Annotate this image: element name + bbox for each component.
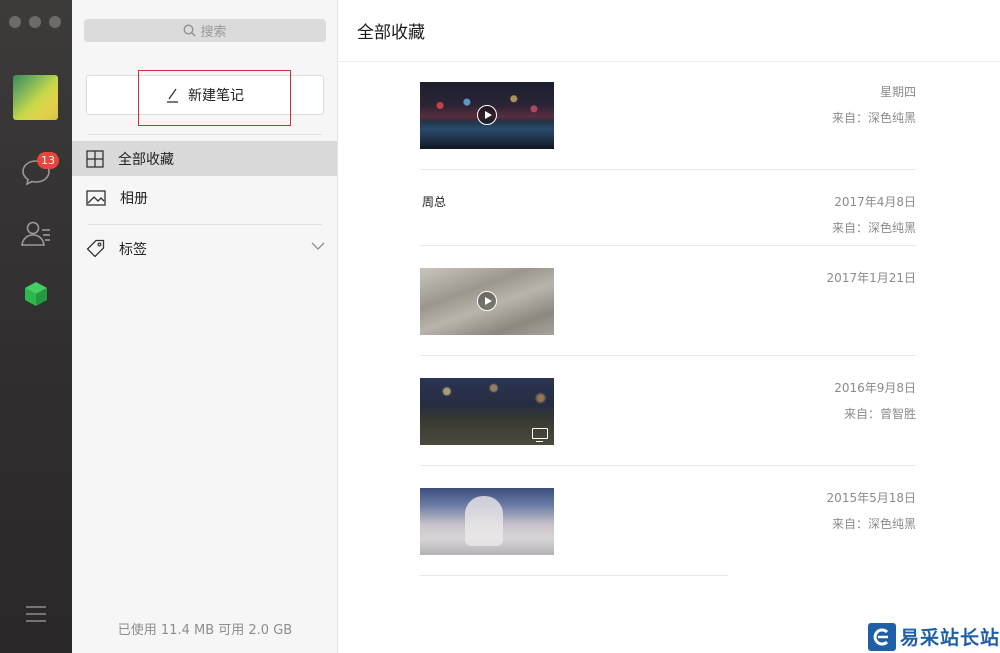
- sidebar-item-label: 相册: [120, 190, 148, 207]
- list-item[interactable]: 周总 2017年4月8日 来自：深色纯黑: [420, 192, 916, 235]
- close-window-button[interactable]: [9, 16, 21, 28]
- play-icon: [477, 105, 497, 125]
- video-thumbnail[interactable]: [420, 268, 554, 335]
- main-content: 全部收藏 星期四 来自：深色纯黑 周总 2017年4月8日 来自：深色纯黑 20…: [338, 0, 1000, 653]
- sidebar-item-tags[interactable]: 标签: [72, 231, 337, 266]
- window-controls: [9, 16, 61, 28]
- grid-icon: [86, 149, 104, 168]
- avatar[interactable]: [13, 75, 58, 120]
- settings-menu-button[interactable]: [20, 598, 52, 630]
- page-title: 全部收藏: [338, 0, 1000, 62]
- list-item[interactable]: 2017年1月21日: [420, 268, 916, 336]
- contacts-nav-button[interactable]: [20, 218, 52, 250]
- item-date: 2015年5月18日: [826, 491, 916, 505]
- list-item[interactable]: 2015年5月18日 来自：深色纯黑: [420, 488, 916, 556]
- sidebar-item-all-favorites[interactable]: 全部收藏: [72, 141, 337, 176]
- item-source: 来自：深色纯黑: [831, 221, 916, 235]
- divider: [420, 575, 728, 576]
- search-placeholder: 搜索: [200, 25, 227, 40]
- item-date: 2016年9月8日: [834, 381, 916, 395]
- list-item[interactable]: 2016年9月8日 来自：曾智胜: [420, 378, 916, 446]
- menu-icon: [26, 606, 46, 622]
- item-date: 2017年1月21日: [826, 271, 916, 285]
- chat-nav-button[interactable]: 13: [20, 152, 59, 188]
- item-date: 星期四: [879, 85, 916, 99]
- sidebar-item-album[interactable]: 相册: [72, 180, 337, 215]
- tv-icon: [532, 428, 548, 442]
- item-source: 来自：深色纯黑: [831, 517, 916, 531]
- search-icon: [184, 24, 196, 37]
- sidebar-item-label: 全部收藏: [118, 151, 174, 168]
- chevron-down-icon[interactable]: [311, 242, 325, 251]
- watermark-logo-icon: [868, 622, 896, 651]
- video-thumbnail[interactable]: [420, 378, 554, 445]
- unread-badge: 13: [37, 152, 59, 169]
- item-source: 来自：深色纯黑: [831, 111, 916, 125]
- watermark: 易采站长站: [866, 620, 1000, 653]
- watermark-text: 易采站长站: [900, 627, 1000, 649]
- favorites-nav-button[interactable]: [20, 278, 52, 310]
- zoom-window-button[interactable]: [49, 16, 61, 28]
- item-title: 周总: [422, 195, 447, 209]
- pen-icon: [167, 88, 178, 103]
- minimize-window-button[interactable]: [29, 16, 41, 28]
- divider: [88, 224, 322, 225]
- video-thumbnail[interactable]: [420, 82, 554, 149]
- divider: [420, 465, 916, 466]
- storage-usage: 已使用 11.4 MB 可用 2.0 GB: [117, 623, 293, 638]
- divider: [420, 245, 916, 246]
- list-item[interactable]: 星期四 来自：深色纯黑: [420, 82, 916, 150]
- divider: [88, 134, 322, 135]
- contacts-icon: [21, 221, 50, 246]
- play-icon: [477, 291, 497, 311]
- divider: [420, 169, 916, 170]
- item-source: 来自：曾智胜: [843, 407, 916, 421]
- tag-icon: [86, 239, 105, 258]
- item-date: 2017年4月8日: [834, 195, 916, 209]
- search-input[interactable]: 搜索: [84, 19, 326, 42]
- new-note-label: 新建笔记: [188, 88, 244, 104]
- sidebar-item-label: 标签: [119, 241, 147, 258]
- app-rail: 13: [0, 0, 72, 653]
- divider: [420, 355, 916, 356]
- new-note-button[interactable]: 新建笔记: [86, 75, 324, 115]
- cube-icon: [25, 282, 47, 306]
- image-icon: [86, 189, 106, 206]
- image-thumbnail[interactable]: [420, 488, 554, 555]
- sidebar: 搜索 新建笔记 全部收藏 相册 标签 已使用 11.4 MB 可用 2.0 GB: [72, 0, 338, 653]
